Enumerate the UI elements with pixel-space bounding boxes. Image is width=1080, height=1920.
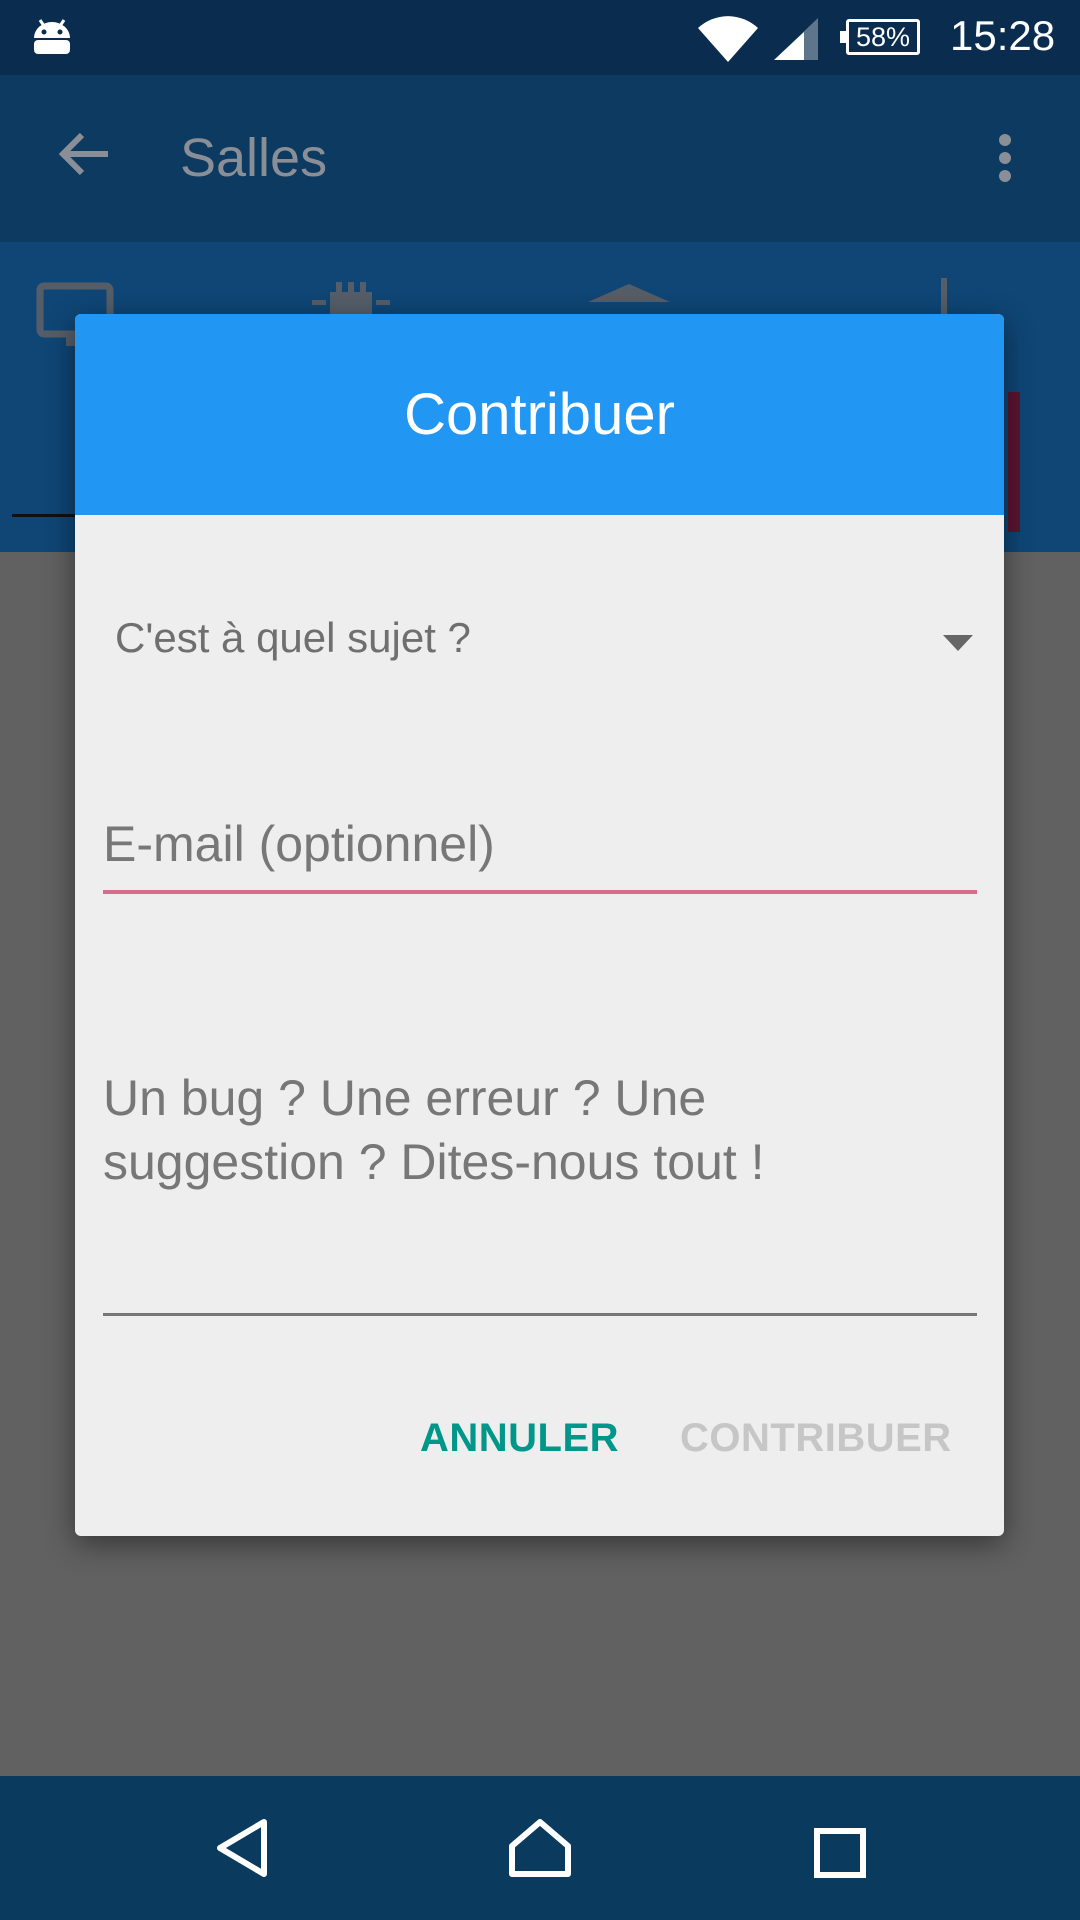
back-arrow-icon[interactable] bbox=[58, 131, 110, 182]
more-vert-icon[interactable] bbox=[998, 133, 1012, 188]
wifi-icon bbox=[696, 14, 760, 69]
message-placeholder: Un bug ? Une erreur ? Une suggestion ? D… bbox=[103, 1070, 765, 1190]
clock: 15:28 bbox=[950, 12, 1056, 59]
message-field[interactable]: Un bug ? Une erreur ? Une suggestion ? D… bbox=[103, 1066, 977, 1316]
app-bar: Salles bbox=[0, 75, 1080, 242]
dialog-title: Contribuer bbox=[75, 314, 1004, 515]
battery-icon: 58% bbox=[840, 19, 920, 55]
contribute-button[interactable]: CONTRIBUER bbox=[680, 1416, 952, 1461]
dropdown-caret-icon bbox=[943, 635, 973, 651]
email-field[interactable]: E-mail (optionnel) bbox=[103, 814, 977, 894]
app-title: Salles bbox=[180, 128, 328, 188]
home-icon[interactable] bbox=[508, 1818, 572, 1883]
cancel-button[interactable]: ANNULER bbox=[420, 1416, 619, 1461]
recents-icon[interactable] bbox=[814, 1828, 866, 1883]
back-triangle-icon[interactable] bbox=[214, 1818, 270, 1883]
status-bar: 58% 15:28 bbox=[0, 0, 1080, 75]
graduation-cap-icon[interactable] bbox=[586, 282, 672, 317]
android-icon bbox=[30, 18, 74, 63]
signal-icon bbox=[772, 16, 822, 67]
fab-edge bbox=[1008, 392, 1020, 532]
email-placeholder: E-mail (optionnel) bbox=[103, 816, 495, 872]
navigation-bar bbox=[0, 1776, 1080, 1920]
subject-spinner[interactable]: C'est à quel sujet ? bbox=[75, 614, 1004, 684]
contribute-dialog: Contribuer C'est à quel sujet ? E-mail (… bbox=[75, 314, 1004, 1536]
subject-spinner-label: C'est à quel sujet ? bbox=[115, 614, 471, 661]
